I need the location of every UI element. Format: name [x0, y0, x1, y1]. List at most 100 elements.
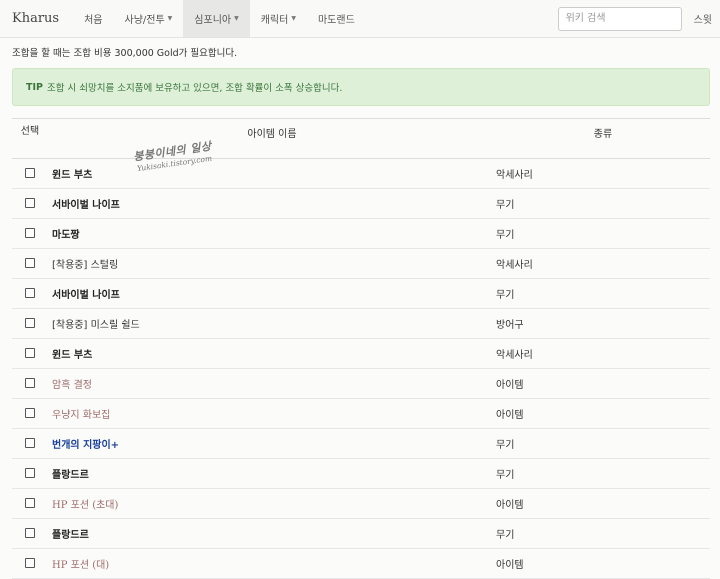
- item-name-cell: 서바이벌 나이프: [48, 278, 496, 309]
- item-type: 악세사리: [496, 248, 710, 279]
- item-table-body: 윈드 부츠 악세사리 서바이벌 나이프 무기 마도짱 무기 [착용중] 스털링 악세사리 서바이…: [12, 158, 710, 579]
- item-type: 아이템: [496, 368, 710, 399]
- select-cell: [12, 218, 48, 249]
- item-type: 악세사리: [496, 158, 710, 189]
- search-input[interactable]: [557, 6, 682, 31]
- item-name-cell: [착용중] 스털링: [48, 248, 496, 279]
- item-type: 무기: [496, 218, 710, 249]
- item-type: 방어구: [496, 308, 710, 339]
- item-name-cell: [착용중] 미스릴 쉴드: [48, 308, 496, 339]
- select-checkbox[interactable]: [25, 438, 35, 448]
- nav-item-character[interactable]: 캐릭터 ▼: [250, 0, 307, 37]
- item-type: 무기: [496, 518, 710, 549]
- item-name: [착용중] 미스릴 쉴드: [52, 320, 140, 331]
- item-name: HP 포션 (대): [52, 560, 110, 571]
- item-name-cell: 플랑드르: [48, 458, 496, 489]
- select-cell: [12, 548, 48, 579]
- nav-item-label: 캐릭터: [260, 15, 289, 26]
- table-row: 플랑드르 무기: [12, 458, 710, 489]
- nav-item-label: 심포니아: [194, 15, 232, 26]
- item-name: [착용중] 스털링: [52, 260, 119, 271]
- item-name: 우냥지 화보집: [52, 410, 111, 421]
- select-checkbox[interactable]: [25, 168, 35, 178]
- item-type: 무기: [496, 188, 710, 219]
- table-row: 윈드 부츠 악세사리: [12, 158, 710, 189]
- select-checkbox[interactable]: [25, 318, 35, 328]
- table-row: [착용중] 스털링 악세사리: [12, 248, 710, 279]
- search-form: 스윗: [557, 0, 720, 37]
- item-type: 무기: [496, 278, 710, 309]
- select-cell: [12, 158, 48, 189]
- select-checkbox[interactable]: [25, 528, 35, 538]
- select-checkbox[interactable]: [25, 258, 35, 268]
- tip-label: TIP: [26, 81, 43, 93]
- item-name: 마도짱: [52, 230, 80, 241]
- table-row: 서바이벌 나이프 무기: [12, 278, 710, 309]
- select-checkbox[interactable]: [25, 408, 35, 418]
- select-checkbox[interactable]: [25, 348, 35, 358]
- nav-item-hunting[interactable]: 사냥/전투 ▼: [114, 0, 184, 37]
- header-select: 선택: [12, 118, 48, 159]
- table-row: 플랑드르 무기: [12, 518, 710, 549]
- table-row: 우냥지 화보집 아이템: [12, 398, 710, 429]
- item-name-cell: 윈드 부츠: [48, 158, 496, 189]
- tip-text: 조합 시 쇠망치를 소지품에 보유하고 있으면, 조합 확률이 소폭 상승합니다…: [46, 83, 343, 94]
- table-row: 번개의 지팡이+ 무기: [12, 428, 710, 459]
- select-checkbox[interactable]: [25, 288, 35, 298]
- select-cell: [12, 308, 48, 339]
- select-cell: [12, 428, 48, 459]
- item-type: 아이템: [496, 398, 710, 429]
- item-name: 플랑드르: [52, 530, 89, 541]
- item-name: 윈드 부츠: [52, 350, 93, 361]
- nav-item-home[interactable]: 처음: [73, 0, 113, 37]
- select-cell: [12, 488, 48, 519]
- nav-item-madoland[interactable]: 마도랜드: [307, 0, 366, 37]
- item-name: 플랑드르: [52, 470, 89, 481]
- item-type: 아이템: [496, 488, 710, 519]
- item-name: 윈드 부츠: [52, 170, 93, 181]
- nav-item-symphonia[interactable]: 심포니아 ▼: [183, 0, 250, 37]
- select-cell: [12, 458, 48, 489]
- table-row: [착용중] 미스릴 쉴드 방어구: [12, 308, 710, 339]
- item-name-cell: 마도짱: [48, 218, 496, 249]
- search-button[interactable]: 스윗: [694, 11, 712, 26]
- nav-item-label: 사냥/전투: [124, 15, 165, 26]
- top-navbar: Kharus 처음 사냥/전투▼ 심포니아▼ 캐릭터▼ 마도랜드 스윗: [0, 0, 720, 38]
- table-row: 윈드 부츠 악세사리: [12, 338, 710, 369]
- item-type: 무기: [496, 428, 710, 459]
- select-cell: [12, 518, 48, 549]
- item-name: 번개의 지팡이+: [52, 440, 120, 451]
- select-checkbox[interactable]: [25, 498, 35, 508]
- header-item-name: 아이템 이름: [48, 118, 496, 159]
- item-name-cell: 우냥지 화보집: [48, 398, 496, 429]
- table-row: 암흑 결정 아이템: [12, 368, 710, 399]
- main-content: 조합을 할 때는 조합 비용 300,000 Gold가 필요합니다. TIP …: [0, 45, 720, 579]
- item-name-cell: 번개의 지팡이+: [48, 428, 496, 459]
- select-cell: [12, 248, 48, 279]
- caret-down-icon: ▼: [291, 15, 296, 22]
- item-table: 선택 아이템 이름 종류 윈드 부츠 악세사리 서바이벌 나이프 무기 마도짱 무기 [착용…: [12, 118, 710, 579]
- caret-down-icon: ▼: [234, 15, 239, 22]
- item-name-cell: HP 포션 (대): [48, 548, 496, 579]
- select-checkbox[interactable]: [25, 378, 35, 388]
- select-cell: [12, 338, 48, 369]
- select-cell: [12, 368, 48, 399]
- item-name-cell: 윈드 부츠: [48, 338, 496, 369]
- item-name-cell: HP 포션 (초대): [48, 488, 496, 519]
- select-checkbox[interactable]: [25, 468, 35, 478]
- table-header-row: 선택 아이템 이름 종류: [12, 118, 710, 159]
- caret-down-icon: ▼: [167, 15, 173, 22]
- select-cell: [12, 188, 48, 219]
- table-row: 서바이벌 나이프 무기: [12, 188, 710, 219]
- item-name-cell: 서바이벌 나이프: [48, 188, 496, 219]
- nav-item-label: 처음: [84, 15, 103, 26]
- item-type: 악세사리: [496, 338, 710, 369]
- select-checkbox[interactable]: [25, 228, 35, 238]
- brand-logo[interactable]: Kharus: [0, 0, 73, 37]
- select-checkbox[interactable]: [25, 198, 35, 208]
- select-cell: [12, 278, 48, 309]
- table-row: 마도짱 무기: [12, 218, 710, 249]
- item-name: 암흑 결정: [52, 380, 92, 391]
- select-checkbox[interactable]: [25, 558, 35, 568]
